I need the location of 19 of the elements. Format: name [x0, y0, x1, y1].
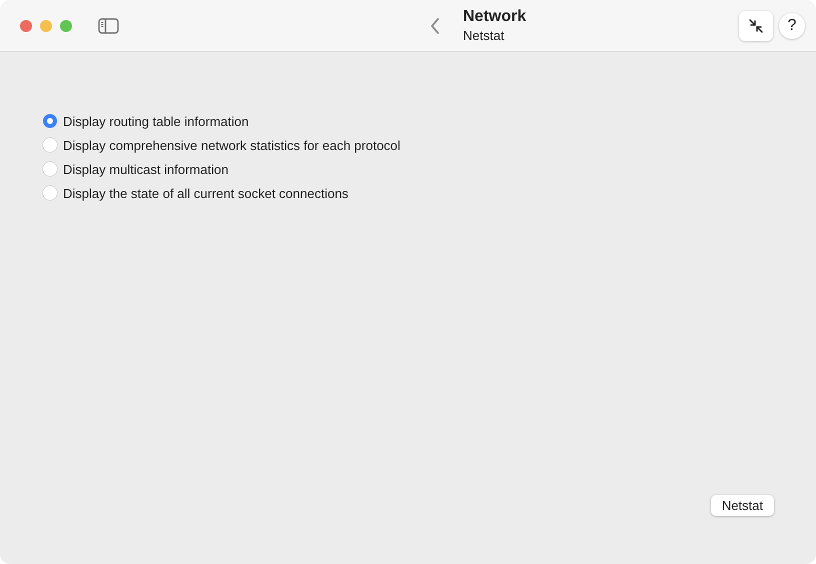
option-label: Display comprehensive network statistics for each protocol	[63, 138, 400, 152]
option-label: Display routing table information	[63, 114, 249, 128]
back-icon[interactable]	[430, 16, 440, 34]
window-subtitle: Netstat	[463, 28, 506, 43]
zoom-button[interactable]	[60, 20, 72, 32]
option-label: Display multicast information	[63, 162, 228, 176]
minimize-button[interactable]	[40, 20, 52, 32]
close-button[interactable]	[20, 20, 32, 32]
collapse-button[interactable]	[739, 10, 773, 40]
sidebar-icon[interactable]	[98, 18, 119, 34]
radio-button[interactable]	[43, 114, 57, 128]
radio-button[interactable]	[43, 138, 57, 152]
window-title: Network	[463, 8, 526, 26]
collapse-icon	[748, 18, 764, 34]
netstat-button[interactable]: Netstat	[710, 495, 774, 516]
option-label: Display the state of all current socket connections	[63, 186, 348, 200]
help-button[interactable]: ?	[779, 12, 805, 38]
radio-button[interactable]	[43, 186, 57, 200]
radio-button[interactable]	[43, 162, 57, 176]
